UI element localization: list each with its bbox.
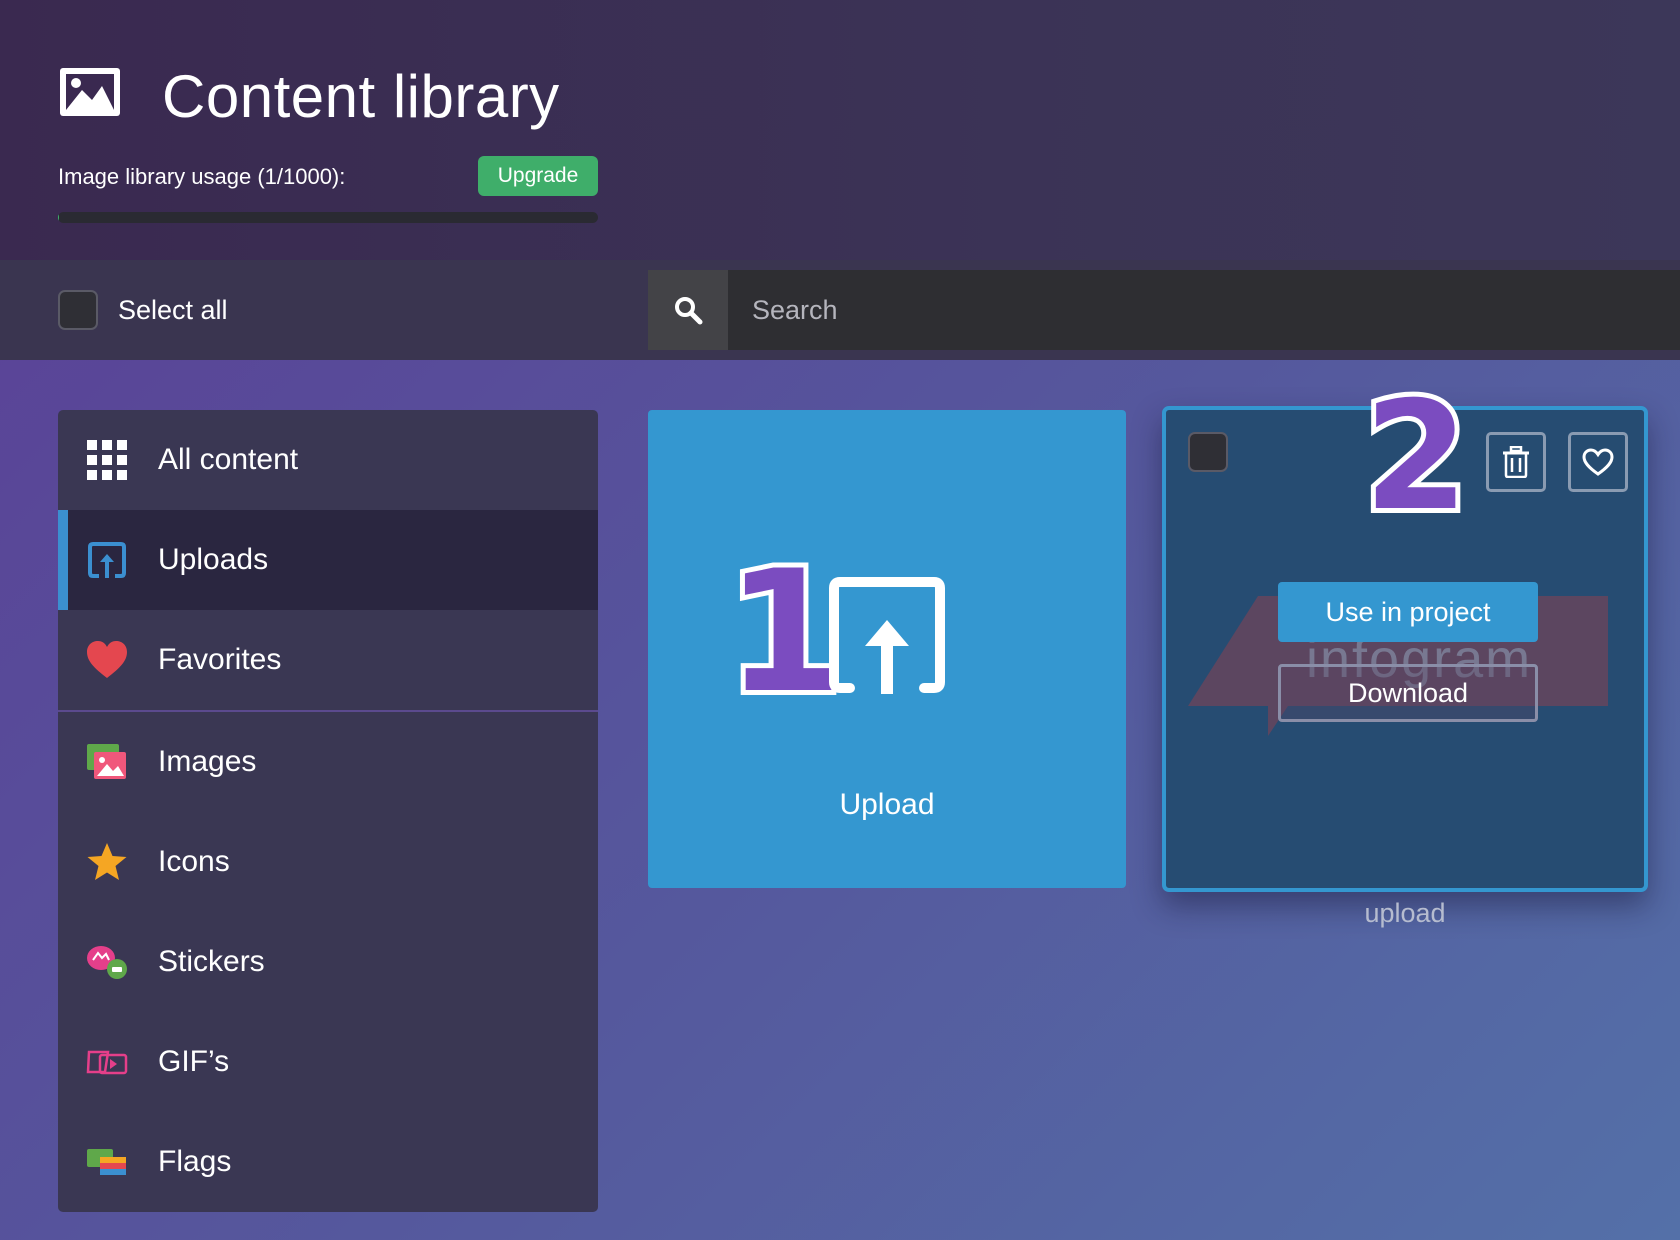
favorite-button[interactable] — [1568, 432, 1628, 492]
header: Content library Image library usage (1/1… — [0, 0, 1680, 260]
download-button[interactable]: Download — [1278, 664, 1538, 722]
select-all-label: Select all — [118, 294, 228, 325]
sidebar-item-label: Images — [158, 745, 257, 778]
grid-icon — [86, 439, 128, 481]
item-caption: upload — [1364, 898, 1446, 928]
delete-button[interactable] — [1486, 432, 1546, 492]
search-icon — [675, 297, 703, 325]
images-icon — [86, 741, 128, 783]
item-checkbox[interactable] — [1188, 432, 1228, 472]
select-all[interactable]: Select all — [58, 290, 228, 330]
step-badge-2: 2 — [1359, 370, 1473, 544]
upload-icon — [829, 577, 945, 694]
upload-card[interactable]: 1 Upload — [648, 410, 1126, 888]
sidebar-item-label: Flags — [158, 1145, 232, 1178]
use-in-project-button[interactable]: Use in project — [1278, 582, 1538, 642]
toolbar: Select all — [0, 260, 1680, 360]
sidebar-item-all-content[interactable]: All content — [58, 410, 598, 510]
select-all-checkbox[interactable] — [58, 290, 98, 330]
sticker-icon — [86, 941, 128, 983]
sidebar-item-label: Uploads — [158, 543, 269, 576]
sidebar-item-stickers[interactable]: Stickers — [58, 912, 598, 1012]
flag-icon — [86, 1141, 128, 1183]
sidebar-item-images[interactable]: Images — [58, 712, 598, 812]
sidebar-item-label: GIF’s — [158, 1045, 230, 1078]
search-button[interactable] — [648, 270, 728, 350]
sidebar-item-label: Favorites — [158, 643, 282, 676]
usage-progress-fill — [58, 212, 59, 223]
search-bar — [648, 270, 1680, 350]
heart-icon — [86, 639, 128, 681]
sidebar-item-label: All content — [158, 443, 299, 476]
image-icon — [60, 68, 120, 116]
sidebar-item-label: Stickers — [158, 945, 265, 978]
page-title: Content library — [162, 63, 560, 130]
star-icon — [86, 841, 128, 883]
usage-progress-bar — [58, 212, 598, 223]
upload-icon — [86, 539, 128, 581]
upload-label: Upload — [839, 788, 935, 821]
sidebar-item-flags[interactable]: Flags — [58, 1112, 598, 1212]
sidebar-item-label: Icons — [158, 845, 230, 878]
search-input[interactable] — [728, 270, 1680, 350]
sidebar-item-favorites[interactable]: Favorites — [58, 610, 598, 710]
gif-icon — [86, 1041, 128, 1083]
trash-icon — [1503, 446, 1529, 478]
heart-outline-icon — [1582, 448, 1614, 476]
sidebar-item-icons[interactable]: Icons — [58, 812, 598, 912]
sidebar-item-uploads[interactable]: Uploads — [58, 510, 598, 610]
sidebar: All content Uploads Favorites Images Ico… — [58, 410, 598, 1212]
usage-label: Image library usage (1/1000): — [58, 164, 346, 189]
sidebar-item-gifs[interactable]: GIF’s — [58, 1012, 598, 1112]
upgrade-button[interactable]: Upgrade — [478, 156, 598, 196]
